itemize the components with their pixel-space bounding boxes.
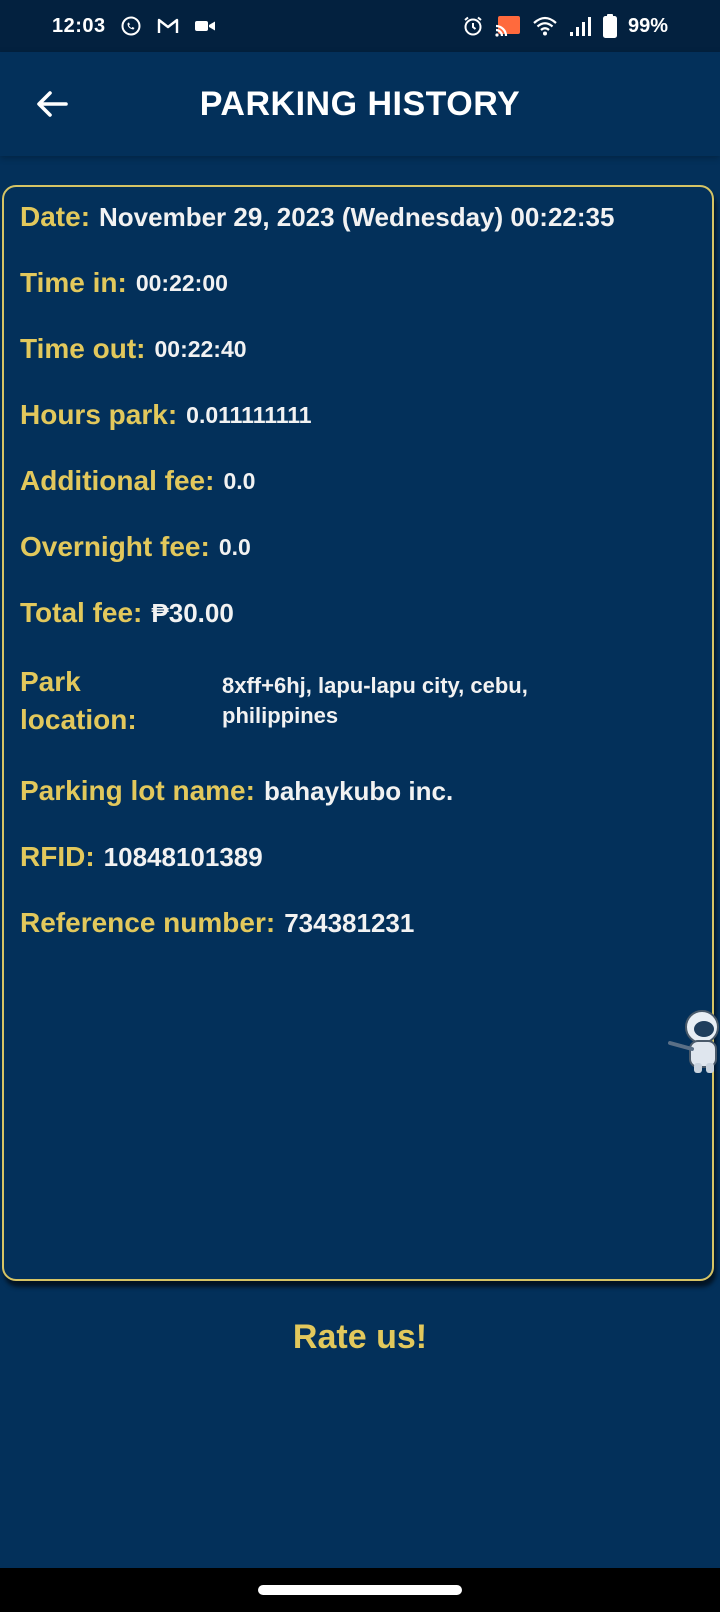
cast-icon: [494, 14, 522, 38]
rfid-label: RFID:: [20, 841, 95, 872]
gmail-icon: [156, 16, 180, 36]
lot-name-row: Parking lot name: bahaykubo inc.: [20, 775, 702, 807]
rate-us-button[interactable]: Rate us!: [0, 1318, 720, 1357]
additional-fee-value: 0.0: [223, 467, 256, 494]
time-out-row: Time out: 00:22:40: [20, 333, 702, 365]
reference-value: 734381231: [284, 907, 415, 938]
park-location-row: Park location: 8xff+6hj, lapu-lapu city,…: [20, 663, 702, 739]
rfid-value: 10848101389: [103, 841, 263, 872]
park-location-value: 8xff+6hj, lapu-lapu city, cebu, philippi…: [222, 673, 528, 728]
overnight-fee-label: Overnight fee:: [20, 531, 210, 562]
status-bar: 12:03 99%: [0, 0, 720, 52]
arrow-left-icon: [35, 89, 69, 119]
overnight-fee-value: 0.0: [218, 533, 251, 560]
back-button[interactable]: [28, 82, 76, 126]
status-time: 12:03: [52, 14, 106, 37]
page-title: PARKING HISTORY: [199, 84, 521, 123]
rfid-row: RFID: 10848101389: [20, 841, 702, 873]
total-fee-row: Total fee: ₱30.00: [20, 597, 702, 629]
video-camera-icon: [194, 18, 216, 34]
hours-park-label: Hours park:: [20, 399, 178, 430]
signal-icon: [568, 15, 592, 37]
hours-park-value: 0.011111111: [186, 401, 312, 428]
reference-row: Reference number: 734381231: [20, 907, 702, 939]
time-in-value: 00:22:00: [135, 269, 228, 296]
mascot-icon: [668, 1005, 720, 1077]
additional-fee-row: Additional fee: 0.0: [20, 465, 702, 497]
status-right: 99%: [462, 0, 668, 52]
overnight-fee-row: Overnight fee: 0.0: [20, 531, 702, 563]
total-fee-value: ₱30.00: [151, 597, 234, 628]
battery-percent: 99%: [627, 14, 668, 37]
home-gesture-handle[interactable]: [258, 1585, 462, 1595]
viber-icon: [120, 15, 142, 37]
status-left: 12:03: [52, 0, 216, 52]
app-bar: PARKING HISTORY: [0, 52, 720, 156]
battery-icon: [602, 13, 618, 39]
date-label: Date:: [20, 201, 91, 232]
time-in-label: Time in:: [20, 267, 127, 298]
total-fee-label: Total fee:: [20, 597, 143, 628]
lot-name-value: bahaykubo inc.: [263, 775, 454, 806]
hours-park-row: Hours park: 0.011111111: [20, 399, 702, 431]
date-row: Date: November 29, 2023 (Wednesday) 00:2…: [20, 201, 702, 233]
wifi-icon: [532, 15, 558, 37]
alarm-icon: [462, 15, 484, 37]
time-in-row: Time in: 00:22:00: [20, 267, 702, 299]
reference-label: Reference number:: [20, 907, 276, 938]
time-out-label: Time out:: [20, 333, 146, 364]
parking-history-card: Date: November 29, 2023 (Wednesday) 00:2…: [2, 185, 714, 1281]
navigation-bar: [0, 1568, 720, 1612]
lot-name-label: Parking lot name:: [20, 775, 255, 806]
time-out-value: 00:22:40: [154, 335, 247, 362]
date-value: November 29, 2023 (Wednesday) 00:22:35: [99, 201, 615, 232]
park-location-label: Park location:: [20, 666, 137, 735]
additional-fee-label: Additional fee:: [20, 465, 215, 496]
